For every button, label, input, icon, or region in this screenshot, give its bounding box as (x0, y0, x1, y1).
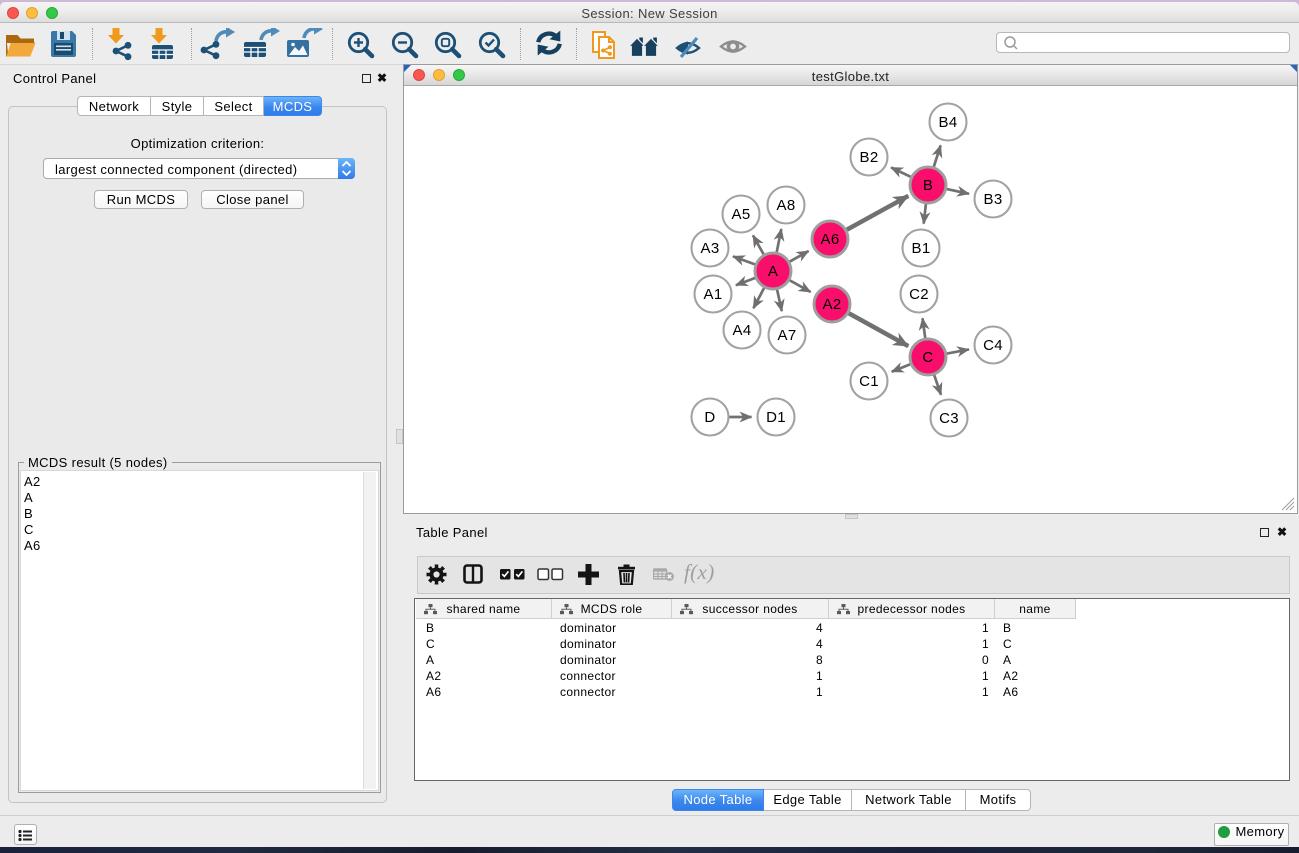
svg-text:C4: C4 (983, 337, 1003, 354)
svg-text:A2: A2 (822, 296, 841, 313)
svg-text:f(x): f(x) (684, 562, 715, 584)
svg-text:B1: B1 (911, 240, 930, 257)
svg-text:A7: A7 (777, 327, 796, 344)
svg-text:A1: A1 (703, 286, 722, 303)
svg-text:A6: A6 (820, 231, 839, 248)
svg-text:C2: C2 (909, 286, 929, 303)
svg-text:C3: C3 (939, 410, 959, 427)
svg-text:D1: D1 (766, 409, 786, 426)
svg-text:D: D (704, 409, 715, 426)
svg-text:B3: B3 (983, 191, 1002, 208)
svg-text:B4: B4 (938, 114, 957, 131)
svg-text:A5: A5 (731, 206, 750, 223)
svg-text:A8: A8 (776, 197, 795, 214)
svg-text:A4: A4 (732, 322, 751, 339)
svg-text:C: C (922, 349, 933, 366)
svg-text:A: A (768, 263, 778, 280)
svg-text:A3: A3 (700, 240, 719, 257)
svg-text:B2: B2 (859, 149, 878, 166)
svg-text:B: B (923, 177, 933, 194)
svg-text:C1: C1 (859, 373, 879, 390)
